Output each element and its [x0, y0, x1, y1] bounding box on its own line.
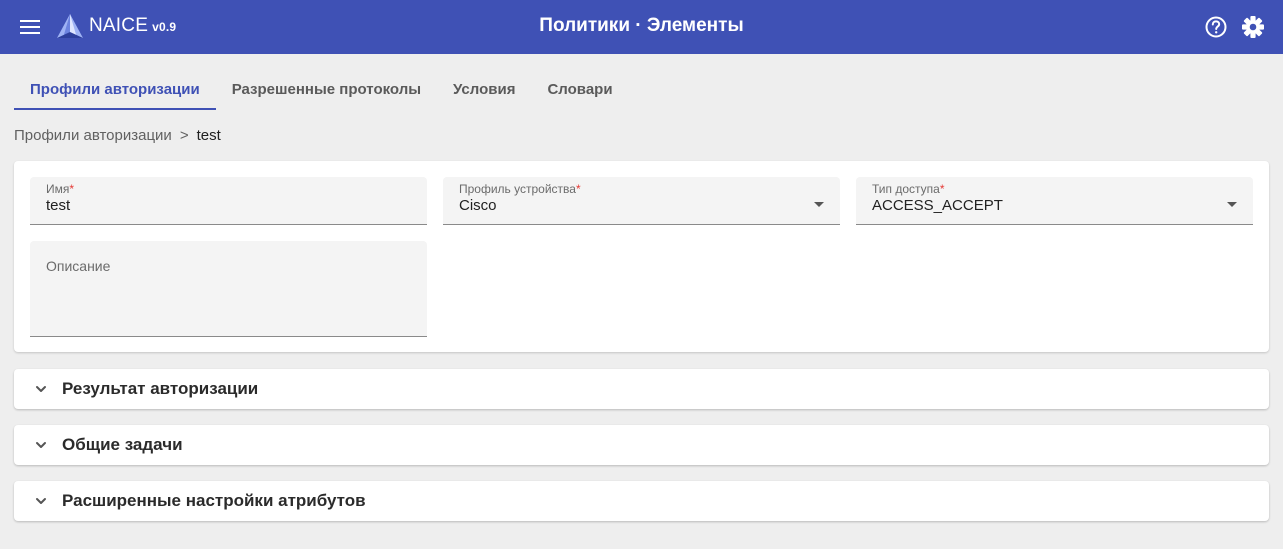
panel-title: Общие задачи: [62, 435, 183, 454]
gear-icon[interactable]: [1240, 14, 1266, 40]
breadcrumb-separator: >: [179, 127, 189, 144]
name-field[interactable]: Имя* test: [30, 177, 427, 225]
dropdown-arrow-icon[interactable]: [1227, 202, 1237, 207]
device-profile-label-text: Профиль устройства: [459, 182, 576, 196]
device-profile-value: Cisco: [459, 197, 497, 214]
dropdown-arrow-icon[interactable]: [814, 202, 824, 207]
breadcrumb-current: test: [196, 127, 221, 144]
panel-authorization-result[interactable]: Результат авторизации: [14, 369, 1269, 409]
help-icon[interactable]: [1203, 14, 1229, 40]
breadcrumb-parent[interactable]: Профили авторизации: [14, 127, 172, 144]
panel-common-tasks[interactable]: Общие задачи: [14, 425, 1269, 465]
panel-title: Результат авторизации: [62, 379, 259, 398]
device-profile-label: Профиль устройства*: [459, 182, 581, 196]
name-label-text: Имя: [46, 182, 70, 196]
required-mark: *: [575, 182, 581, 196]
panel-title: Расширенные настройки атрибутов: [62, 491, 366, 510]
tab-dictionaries[interactable]: Словари: [531, 70, 628, 110]
panel-advanced-attributes[interactable]: Расширенные настройки атрибутов: [14, 481, 1269, 521]
tab-authorization-profiles[interactable]: Профили авторизации: [14, 70, 216, 110]
app-header: NAICE v0.9 Политики · Элементы: [0, 0, 1283, 54]
tab-conditions[interactable]: Условия: [437, 70, 531, 110]
chevron-down-icon[interactable]: [34, 382, 48, 396]
tab-bar: Профили авторизации Разрешенные протокол…: [14, 70, 629, 110]
chevron-down-icon[interactable]: [34, 494, 48, 508]
name-field-label: Имя*: [46, 182, 74, 196]
access-type-select[interactable]: Тип доступа* ACCESS_ACCEPT: [856, 177, 1253, 225]
access-type-label: Тип доступа*: [872, 182, 945, 196]
chevron-down-icon[interactable]: [34, 438, 48, 452]
page-title: Политики · Элементы: [539, 15, 744, 36]
name-field-value[interactable]: test: [46, 197, 70, 214]
breadcrumb: Профили авторизации > test: [14, 127, 221, 144]
access-type-value: ACCESS_ACCEPT: [872, 197, 1003, 214]
required-mark: *: [69, 182, 75, 196]
description-label: Описание: [46, 258, 111, 274]
required-mark: *: [939, 182, 945, 196]
profile-form-card: Имя* test Профиль устройства* Cisco Тип …: [14, 161, 1269, 352]
device-profile-select[interactable]: Профиль устройства* Cisco: [443, 177, 840, 225]
access-type-label-text: Тип доступа: [872, 182, 940, 196]
tab-allowed-protocols[interactable]: Разрешенные протоколы: [216, 70, 437, 110]
description-textarea[interactable]: Описание: [30, 241, 427, 337]
